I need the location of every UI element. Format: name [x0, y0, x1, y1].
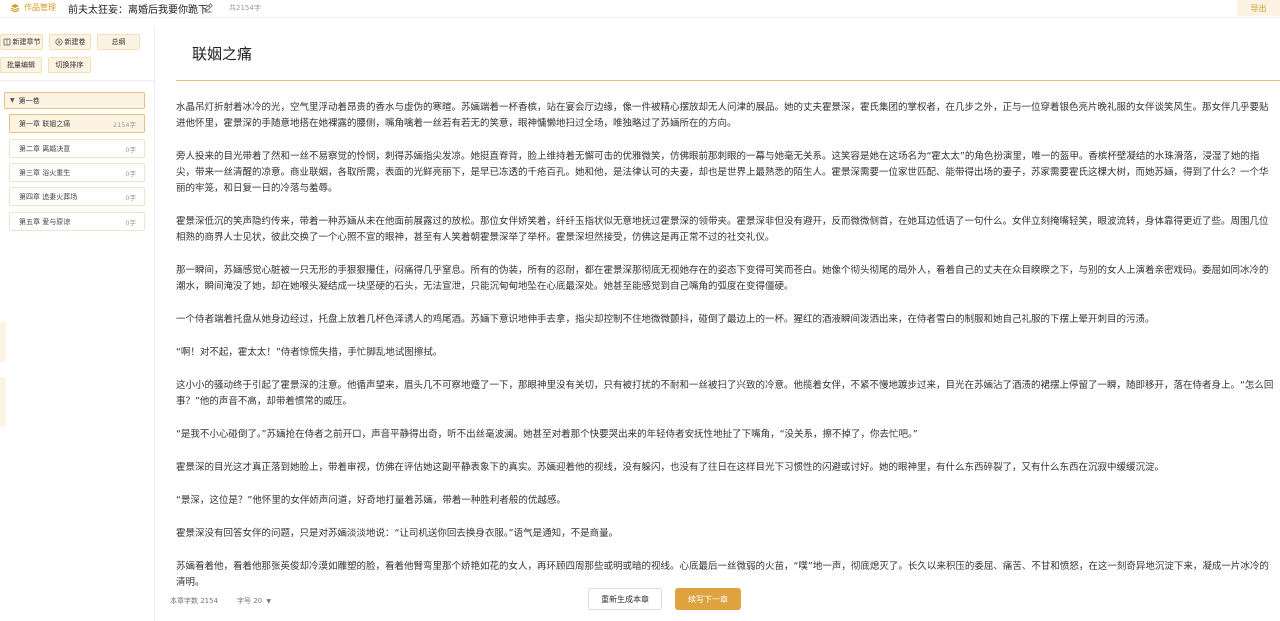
document-title[interactable]: 前夫太狂妄：离婚后我要你跪下求 — [68, 1, 210, 16]
paragraph: 霍景深低沉的笑声隐约传来，带着一种苏婳从未在他面前展露过的放松。那位女伴娇笑着，… — [176, 216, 1269, 243]
sidebar: 新建章节 新建卷 总纲 批量编辑 切换排序 ▼ 第一卷 第一章 联姻之痛 215… — [0, 27, 155, 621]
brand-label: 作品管理 — [24, 3, 56, 12]
editor-area: 联姻之痛 水晶吊灯折射着冰冷的光，空气里浮动着昂贵的香水与虚伪的寒暄。苏婳端着一… — [156, 18, 1280, 621]
outline-button[interactable]: 总纲 — [97, 34, 140, 50]
caret-down-icon: ▼ — [266, 598, 271, 605]
export-button[interactable]: 导出 — [1237, 0, 1280, 16]
paragraph: “是我不小心碰倒了。”苏婳抢在侍者之前开口，声音平静得出奇，听不出丝毫波澜。她甚… — [176, 429, 918, 440]
side-panel-tab[interactable] — [0, 322, 6, 362]
paragraph: “景深，这位是？”他怀里的女伴娇声问道，好奇地打量着苏婳，带着一种胜利者般的优越… — [176, 495, 566, 506]
chapter-word-count-stat: 本章字数 2154 — [170, 597, 219, 605]
chapter-item[interactable]: 第五章 爱与原谅 0字 — [9, 212, 145, 231]
paragraph: 那一瞬间，苏婳感觉心脏被一只无形的手狠狠攥住，闷痛得几乎窒息。所有的伪装，所有的… — [176, 265, 1269, 292]
chapter-word-count: 0字 — [125, 218, 136, 227]
regenerate-chapter-button[interactable]: 重新生成本章 — [588, 588, 662, 610]
volume-item[interactable]: ▼ 第一卷 — [4, 92, 145, 109]
volume-label: 第一卷 — [18, 96, 40, 105]
top-bar: 作品管理 前夫太狂妄：离婚后我要你跪下求 共2154字 导出 — [0, 0, 1280, 18]
paragraph: 霍景深没有回答女伴的问题，只是对苏婳淡淡地说：“让司机送你回去换身衣服。”语气是… — [176, 528, 619, 539]
chapter-item[interactable]: 第四章 追妻火葬场 0字 — [9, 187, 145, 206]
paragraph: 一个侍者端着托盘从她身边经过，托盘上放着几杯色泽诱人的鸡尾酒。苏婳下意识地伸手去… — [176, 314, 1155, 325]
paragraph: 霍景深的目光这才真正落到她脸上，带着审视，仿佛在评估她这副平静表象下的真实。苏婳… — [176, 462, 1165, 473]
chapter-title: 第三章 浴火重生 — [19, 168, 71, 177]
chapter-title: 第五章 爱与原谅 — [19, 217, 71, 226]
chapter-title: 第一章 联姻之痛 — [19, 119, 71, 128]
side-panel-tab[interactable] — [0, 377, 6, 427]
font-size-selector[interactable]: 字号 20 ▼ — [237, 596, 271, 606]
chapter-item[interactable]: 第一章 联姻之痛 2154字 — [9, 114, 145, 133]
sidebar-divider — [0, 80, 155, 81]
editor-footer: 本章字数 2154 字号 20 ▼ 重新生成本章 续写下一章 — [156, 583, 1280, 621]
chapter-title: 第四章 追妻火葬场 — [19, 192, 78, 201]
batch-edit-button[interactable]: 批量编辑 — [0, 57, 42, 73]
paragraph: 旁人投来的目光带着了然和一丝不易察觉的怜悯，刺得苏婳指尖发凉。她挺直脊背，脸上维… — [176, 151, 1269, 194]
title-divider — [176, 80, 1280, 81]
paragraph: “啊！对不起，霍太太！”侍者惊慌失措，手忙脚乱地试图擦拭。 — [176, 347, 443, 358]
toggle-sort-button[interactable]: 切换排序 — [48, 57, 91, 73]
total-word-count: 共2154字 — [229, 4, 261, 12]
new-chapter-button[interactable]: 新建章节 — [0, 34, 43, 50]
chapter-item[interactable]: 第二章 离婚决意 0字 — [9, 139, 145, 158]
chapter-word-count: 0字 — [125, 169, 136, 178]
chapter-word-count: 0字 — [125, 145, 136, 154]
chapter-word-count: 0字 — [125, 193, 136, 202]
chevron-down-icon[interactable]: ▼ — [10, 97, 15, 104]
chapter-title: 第二章 离婚决意 — [19, 144, 71, 153]
paragraph: 这小小的骚动终于引起了霍景深的注意。他循声望来，眉头几不可察地蹙了一下，那眼神里… — [176, 380, 1274, 407]
chapter-word-count: 2154字 — [112, 120, 136, 129]
works-management-link[interactable]: 作品管理 — [10, 2, 56, 13]
new-volume-button[interactable]: 新建卷 — [49, 34, 91, 50]
plus-circle-icon — [54, 38, 63, 46]
paragraph: 水晶吊灯折射着冰冷的光，空气里浮动着昂贵的香水与虚伪的寒暄。苏婳端着一杯香槟，站… — [176, 102, 1269, 129]
continue-next-chapter-button[interactable]: 续写下一章 — [675, 588, 741, 610]
layers-icon — [10, 3, 20, 13]
chapter-content[interactable]: 水晶吊灯折射着冰冷的光，空气里浮动着昂贵的香水与虚伪的寒暄。苏婳端着一杯香槟，站… — [176, 100, 1276, 590]
chapter-item[interactable]: 第三章 浴火重生 0字 — [9, 163, 145, 182]
edit-icon[interactable] — [203, 2, 214, 13]
chapter-heading[interactable]: 联姻之痛 — [192, 43, 252, 64]
book-icon — [3, 38, 10, 46]
